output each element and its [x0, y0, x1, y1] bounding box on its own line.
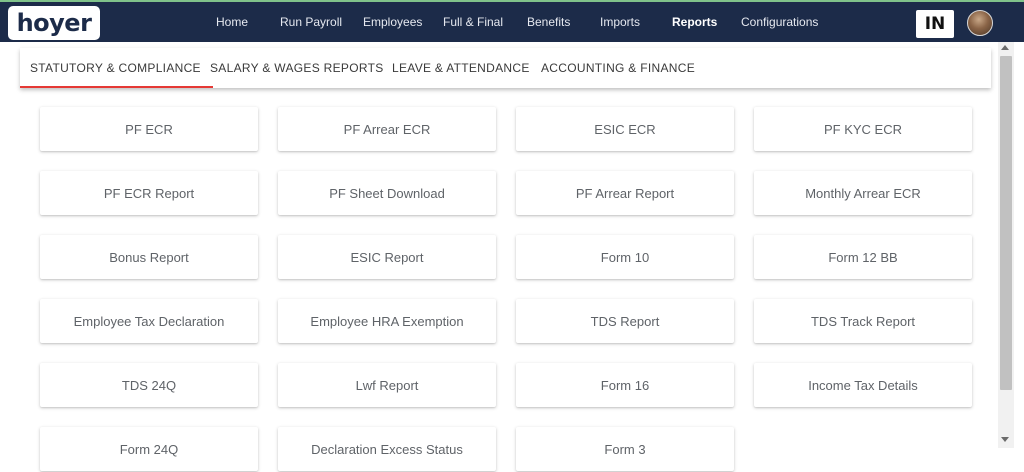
report-card-form-12-bb[interactable]: Form 12 BB	[754, 235, 972, 279]
country-selector[interactable]: IN	[916, 10, 954, 38]
report-card-form-16[interactable]: Form 16	[516, 363, 734, 407]
report-card-employee-tax-declaration[interactable]: Employee Tax Declaration	[40, 299, 258, 343]
report-card-tds-report[interactable]: TDS Report	[516, 299, 734, 343]
report-card-esic-ecr[interactable]: ESIC ECR	[516, 107, 734, 151]
report-card-pf-sheet-download[interactable]: PF Sheet Download	[278, 171, 496, 215]
scroll-up-arrow-icon[interactable]	[1001, 45, 1009, 50]
report-card-form-10[interactable]: Form 10	[516, 235, 734, 279]
report-card-pf-arrear-report[interactable]: PF Arrear Report	[516, 171, 734, 215]
nav-run-payroll[interactable]: Run Payroll	[280, 15, 342, 29]
report-card-tds-track-report[interactable]: TDS Track Report	[754, 299, 972, 343]
nav-imports[interactable]: Imports	[600, 15, 640, 29]
scroll-down-arrow-icon[interactable]	[1001, 437, 1009, 442]
report-card-form-24q[interactable]: Form 24Q	[40, 427, 258, 471]
nav-configurations[interactable]: Configurations	[741, 15, 818, 29]
report-card-lwf-report[interactable]: Lwf Report	[278, 363, 496, 407]
scrollbar-thumb[interactable]	[1000, 56, 1012, 390]
nav-home[interactable]: Home	[216, 15, 248, 29]
report-card-declaration-excess-status[interactable]: Declaration Excess Status	[278, 427, 496, 471]
report-card-income-tax-details[interactable]: Income Tax Details	[754, 363, 972, 407]
report-card-pf-ecr[interactable]: PF ECR	[40, 107, 258, 151]
user-avatar[interactable]	[967, 10, 993, 36]
report-card-form-3[interactable]: Form 3	[516, 427, 734, 471]
report-category-tabs: STATUTORY & COMPLIANCE SALARY & WAGES RE…	[20, 48, 991, 88]
nav-benefits[interactable]: Benefits	[527, 15, 570, 29]
nav-reports[interactable]: Reports	[672, 15, 717, 29]
report-card-monthly-arrear-ecr[interactable]: Monthly Arrear ECR	[754, 171, 972, 215]
top-navbar: hoyer Home Run Payroll Employees Full & …	[0, 0, 1024, 42]
report-card-bonus-report[interactable]: Bonus Report	[40, 235, 258, 279]
tab-salary-wages-reports[interactable]: SALARY & WAGES REPORTS	[210, 48, 384, 88]
nav-employees[interactable]: Employees	[363, 15, 422, 29]
hoyer-logo[interactable]: hoyer	[8, 6, 100, 40]
report-card-employee-hra-exemption[interactable]: Employee HRA Exemption	[278, 299, 496, 343]
tab-leave-attendance[interactable]: LEAVE & ATTENDANCE	[392, 48, 530, 88]
report-card-esic-report[interactable]: ESIC Report	[278, 235, 496, 279]
report-card-pf-kyc-ecr[interactable]: PF KYC ECR	[754, 107, 972, 151]
report-card-pf-ecr-report[interactable]: PF ECR Report	[40, 171, 258, 215]
tab-accounting-finance[interactable]: ACCOUNTING & FINANCE	[541, 48, 695, 88]
report-card-pf-arrear-ecr[interactable]: PF Arrear ECR	[278, 107, 496, 151]
nav-full-and-final[interactable]: Full & Final	[443, 15, 503, 29]
report-card-tds-24q[interactable]: TDS 24Q	[40, 363, 258, 407]
tab-statutory-compliance[interactable]: STATUTORY & COMPLIANCE	[20, 48, 213, 88]
